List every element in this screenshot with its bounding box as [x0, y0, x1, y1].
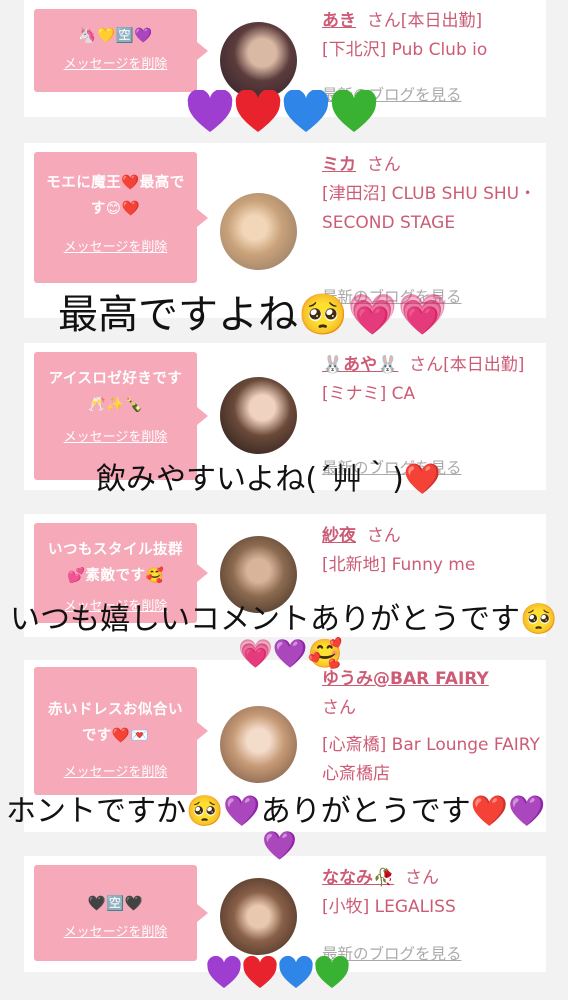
message-text: 🦄💛🈳💜 — [78, 28, 153, 44]
cast-name-link[interactable]: ななみ🥀 — [322, 868, 394, 888]
message-text: 赤いドレスお似合いです❤️💌 — [48, 702, 183, 744]
shop-name: [ミナミ] CA — [322, 384, 416, 404]
overlay-comment-2: 飲みやすいよね(´艸｀)❤️ — [96, 462, 442, 497]
cast-status: さん[本日出勤] — [366, 11, 483, 31]
delete-message-link[interactable]: メッセージを削除 — [42, 236, 189, 255]
shop-name: [下北沢] Pub Club io — [322, 40, 488, 60]
blue-heart-icon — [283, 90, 329, 132]
avatar[interactable] — [220, 377, 297, 454]
message-bubble: 🖤🈳🖤 メッセージを削除 — [34, 865, 208, 961]
purple-heart-icon — [207, 956, 241, 988]
cast-name-link[interactable]: 🐰あや🐰 — [322, 355, 398, 375]
message-bubble: モエに魔王❤️最高です😊❤️ メッセージを削除 — [34, 152, 208, 283]
message-text: アイスロゼ好きです🥂✨🍾 — [48, 371, 183, 413]
shop-name: [北新地] Funny me — [322, 555, 476, 575]
cast-status: さん — [404, 868, 439, 888]
overlay-comment-3-emoji: 💗💜🥰 — [238, 637, 343, 670]
message-text: 🖤🈳🖤 — [87, 896, 144, 912]
message-text: モエに魔王❤️最高です😊❤️ — [46, 175, 185, 217]
cast-status: さん — [366, 526, 401, 546]
delete-message-link[interactable]: メッセージを削除 — [42, 53, 189, 72]
cast-status: さん — [366, 155, 401, 175]
delete-message-link[interactable]: メッセージを削除 — [42, 921, 189, 940]
shop-name: [小牧] LEGALISS — [322, 897, 456, 917]
blue-heart-icon — [279, 956, 313, 988]
avatar[interactable] — [220, 878, 297, 955]
red-heart-icon — [243, 956, 277, 988]
avatar[interactable] — [220, 193, 297, 270]
heart-row-bottom — [206, 956, 350, 990]
avatar[interactable] — [220, 22, 297, 99]
cast-name-link[interactable]: ミカ — [322, 155, 356, 175]
cast-name-link[interactable]: 紗夜 — [322, 526, 356, 546]
delete-message-link[interactable]: メッセージを削除 — [42, 426, 189, 445]
shop-name: [心斎橋] Bar Lounge FAIRY 心斎橋店 — [322, 735, 540, 784]
cast-name-link[interactable]: あき — [322, 11, 356, 31]
overlay-comment-4-emoji: 💜 — [262, 829, 297, 862]
overlay-comment-1: 最高ですよね🥺💗💗 — [58, 292, 448, 338]
green-heart-icon — [315, 956, 349, 988]
green-heart-icon — [331, 90, 377, 132]
message-bubble: 🦄💛🈳💜 メッセージを削除 — [34, 9, 208, 92]
delete-message-link[interactable]: メッセージを削除 — [42, 761, 189, 780]
heart-row-top — [186, 90, 378, 134]
message-card-6: 🖤🈳🖤 メッセージを削除 ななみ🥀 さん [小牧] LEGALISS 最新のブロ… — [24, 856, 546, 972]
message-text: いつもスタイル抜群💕素敵です🥰 — [48, 542, 183, 584]
purple-heart-icon — [187, 90, 233, 132]
shop-name: [津田沼] CLUB SHU SHU・SECOND STAGE — [322, 184, 537, 233]
red-heart-icon — [235, 90, 281, 132]
cast-status: さん[本日出勤] — [409, 355, 525, 375]
message-bubble: 赤いドレスお似合いです❤️💌 メッセージを削除 — [34, 667, 208, 795]
cast-name-link[interactable]: ゆうみ@BAR FAIRY — [322, 669, 489, 689]
avatar[interactable] — [220, 706, 297, 783]
cast-status: さん — [322, 698, 356, 718]
